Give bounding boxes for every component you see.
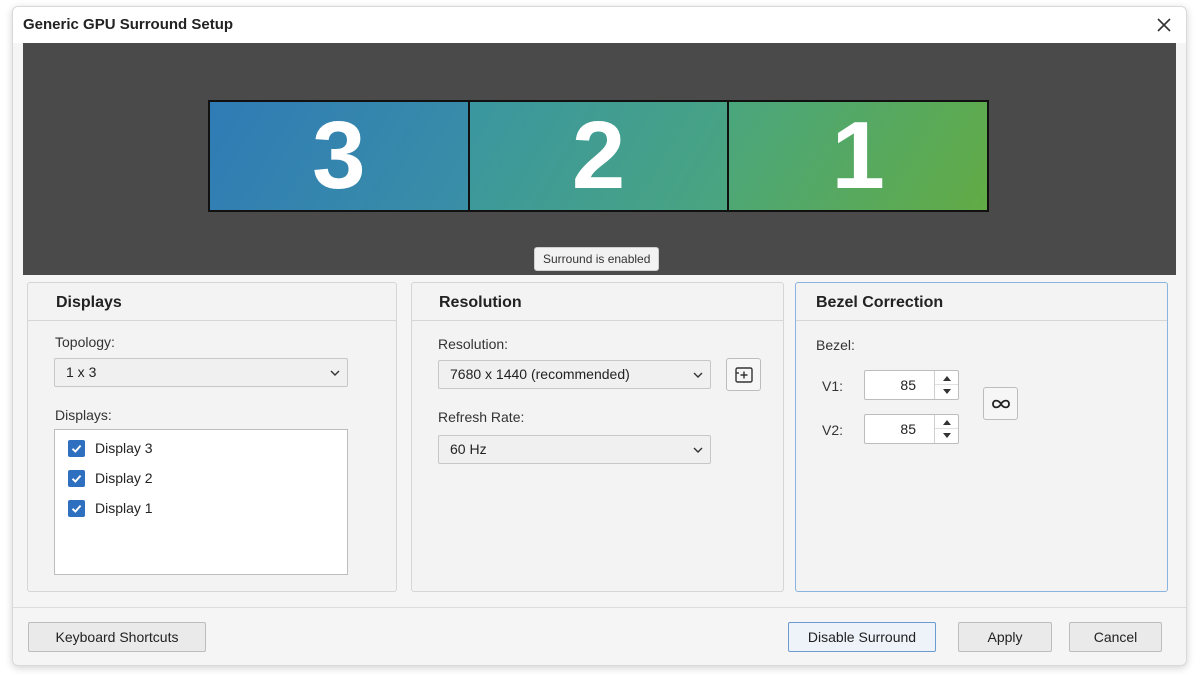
v2-value: 85 (900, 421, 916, 437)
checkmark-icon (71, 474, 82, 483)
arrow-up-icon (942, 419, 951, 425)
link-icon (991, 399, 1010, 408)
v1-spin-buttons (934, 371, 958, 399)
bezel-panel-heading: Bezel Correction (796, 283, 1167, 321)
checkmark-icon (71, 444, 82, 453)
display-1-label: Display 1 (95, 500, 153, 516)
v2-increment-button[interactable] (935, 415, 958, 429)
v1-increment-button[interactable] (935, 371, 958, 385)
custom-resolution-button[interactable] (726, 358, 761, 391)
v1-value: 85 (900, 377, 916, 393)
displays-label: Displays: (55, 407, 112, 423)
display-3-checkbox[interactable] (68, 439, 85, 457)
displays-panel-heading: Displays (28, 283, 396, 321)
arrow-up-icon (942, 375, 951, 381)
topology-value: 1 x 3 (66, 364, 97, 380)
title-bar: Generic GPU Surround Setup (13, 7, 1186, 43)
resolution-panel-heading: Resolution (412, 283, 783, 321)
refresh-rate-dropdown[interactable]: 60 Hz (438, 435, 711, 464)
monitor-tile[interactable]: 3 (210, 102, 470, 210)
topology-dropdown[interactable]: 1 x 3 (54, 358, 348, 387)
surround-setup-window: Generic GPU Surround Setup 3 2 1 Surroun… (12, 6, 1187, 666)
refresh-rate-label: Refresh Rate: (438, 409, 525, 425)
refresh-rate-value: 60 Hz (450, 441, 487, 457)
chevron-down-icon (330, 370, 340, 376)
link-bezel-values-button[interactable] (983, 387, 1018, 420)
display-2-checkbox[interactable] (68, 469, 85, 487)
bezel-correction-panel: Bezel Correction Bezel: V1: 85 V2: 85 (795, 282, 1168, 592)
bezel-label: Bezel: (816, 337, 855, 353)
apply-button[interactable]: Apply (958, 622, 1052, 652)
monitor-tile[interactable]: 1 (729, 102, 988, 210)
checkmark-icon (71, 504, 82, 513)
v2-label: V2: (822, 422, 844, 438)
v1-stepper[interactable]: 85 (864, 370, 959, 400)
v1-label: V1: (822, 378, 844, 394)
keyboard-shortcuts-button[interactable]: Keyboard Shortcuts (28, 622, 206, 652)
add-custom-resolution-icon (734, 366, 753, 383)
display-arrangement-preview: 3 2 1 Surround is enabled (23, 43, 1176, 275)
window-title: Generic GPU Surround Setup (23, 16, 234, 33)
topology-label: Topology: (55, 334, 115, 350)
monitor-tile[interactable]: 2 (469, 102, 730, 210)
displays-panel: Displays Topology: 1 x 3 Displays: Displ… (27, 282, 397, 592)
resolution-label: Resolution: (438, 336, 509, 352)
monitor-layout: 3 2 1 (208, 100, 989, 212)
v2-spin-buttons (934, 415, 958, 443)
chevron-down-icon (693, 447, 703, 453)
surround-status-badge: Surround is enabled (534, 247, 660, 271)
display-2-label: Display 2 (95, 470, 153, 486)
v2-stepper[interactable]: 85 (864, 414, 959, 444)
v1-decrement-button[interactable] (935, 385, 958, 399)
arrow-down-icon (942, 389, 951, 394)
list-item[interactable]: Display 1 (68, 498, 153, 518)
chevron-down-icon (693, 372, 703, 378)
resolution-dropdown[interactable]: 7680 x 1440 (recommended) (438, 360, 711, 389)
v2-decrement-button[interactable] (935, 429, 958, 443)
resolution-value: 7680 x 1440 (recommended) (450, 366, 630, 382)
close-icon (1157, 18, 1171, 32)
list-item[interactable]: Display 3 (68, 438, 153, 458)
display-3-label: Display 3 (95, 440, 153, 456)
close-button[interactable] (1152, 13, 1176, 37)
disable-surround-button[interactable]: Disable Surround (788, 622, 936, 652)
resolution-panel: Resolution Resolution: 7680 x 1440 (reco… (411, 282, 784, 592)
dialog-footer: Keyboard Shortcuts Disable Surround Appl… (13, 607, 1186, 665)
list-item[interactable]: Display 2 (68, 468, 153, 488)
arrow-down-icon (942, 433, 951, 438)
cancel-button[interactable]: Cancel (1069, 622, 1162, 652)
display-1-checkbox[interactable] (68, 499, 85, 517)
displays-list: Display 3 Display 2 Display 1 (54, 429, 348, 575)
